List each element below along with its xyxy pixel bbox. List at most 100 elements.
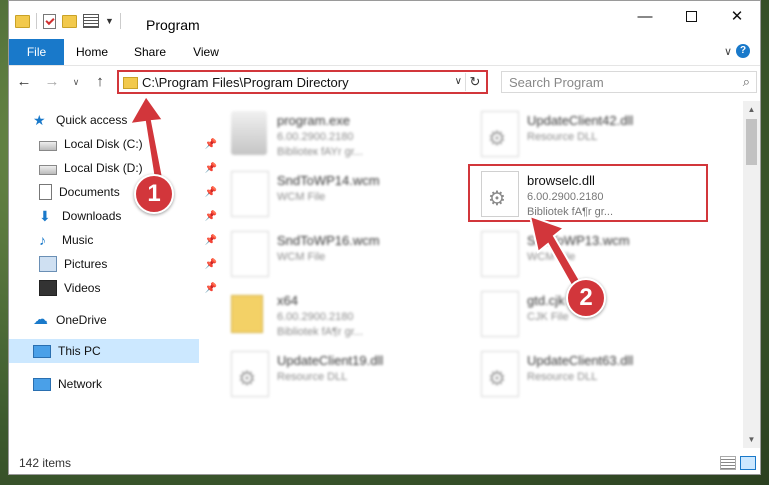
file-type: WCM File [277, 251, 326, 263]
file-name: SndToWP14.wcm [277, 173, 380, 188]
minimize-button[interactable]: — [622, 1, 668, 31]
file-list: program.exe 6.00.2900.2180 Biblioteк fAY… [213, 105, 742, 454]
video-icon [39, 280, 57, 296]
scrollbar-thumb[interactable] [746, 119, 757, 165]
chevron-down-icon[interactable]: ∨ [455, 76, 462, 87]
star-icon: ★ [33, 112, 46, 128]
forward-button[interactable]: → [41, 71, 63, 93]
properties-icon[interactable] [83, 14, 99, 28]
sidebar-item-downloads[interactable]: ⬇ Downloads 📌 [39, 205, 217, 227]
file-item-updateclient19[interactable]: ⚙ UpdateClient19.dll Resource DLL [213, 345, 453, 405]
up-button[interactable]: ↑ [89, 71, 111, 93]
ribbon-tabs: File Home Share View ∨ ? [9, 39, 760, 66]
file-name: SndToWP16.wcm [277, 233, 380, 248]
vertical-scrollbar[interactable]: ▲ ▼ [743, 101, 760, 448]
file-description: Biblioteк fAYr gr... [277, 146, 363, 158]
sidebar-item-label: Downloads [62, 209, 122, 223]
maximize-button[interactable] [668, 1, 714, 31]
dll-icon: ⚙ [481, 111, 519, 157]
address-path[interactable]: C:\Program Files\Program Directory [142, 75, 349, 90]
file-item-updateclient63[interactable]: ⚙ UpdateClient63.dll Resource DLL [463, 345, 703, 405]
help-icon[interactable]: ? [736, 44, 750, 58]
item-count: 142 items [19, 456, 72, 470]
file-item-x64[interactable]: x64 6.00.2900.2180 Bibliotek fA¶r gr... [213, 285, 453, 345]
new-folder-icon[interactable] [62, 14, 77, 28]
search-icon[interactable]: ⌕ [743, 74, 750, 90]
tab-share[interactable]: Share [129, 39, 171, 65]
refresh-button[interactable]: ↻ [465, 73, 484, 91]
file-icon [481, 291, 519, 337]
tab-file[interactable]: File [9, 39, 64, 65]
file-name: program.exe [277, 113, 350, 128]
file-icon [231, 171, 269, 217]
gear-icon: ⚙ [238, 368, 256, 390]
file-type: CJK File [527, 311, 569, 323]
quick-access-toolbar: ▼ [15, 13, 121, 29]
sidebar-item-label: Quick access [56, 113, 128, 127]
computer-icon [33, 344, 51, 358]
sidebar-item-label: Documents [59, 185, 120, 199]
recent-locations-button[interactable]: ∨ [65, 71, 87, 93]
file-type: WCM File [527, 251, 576, 263]
search-placeholder: Search Program [509, 75, 604, 90]
scroll-down-icon[interactable]: ▼ [743, 431, 760, 448]
step-badge-2: 2 [566, 278, 606, 318]
drive-icon [39, 164, 57, 175]
file-type: Resource DLL [527, 371, 598, 383]
address-row: ← → ∨ ↑ C:\Program Files\Program Directo… [9, 69, 760, 97]
sidebar-item-network[interactable]: Network [33, 373, 102, 395]
file-item-sndtowp14[interactable]: SndToWP14.wcm WCM File [213, 165, 453, 225]
sidebar-item-label: Pictures [64, 257, 108, 271]
document-icon [39, 184, 52, 200]
file-name: UpdateClient42.dll [527, 113, 634, 128]
exe-icon [231, 111, 267, 155]
folder-icon [15, 14, 30, 28]
search-input[interactable]: Search Program ⌕ [501, 71, 757, 93]
sidebar-item-videos[interactable]: Videos 📌 [39, 277, 217, 299]
toolbar-divider [36, 13, 37, 29]
file-version: 6.00.2900.2180 [277, 311, 354, 323]
sidebar-item-label: Local Disk (C:) [64, 137, 143, 151]
close-button[interactable]: ✕ [714, 1, 760, 31]
sidebar-item-local-disk-c[interactable]: Local Disk (C:) 📌 [39, 133, 217, 155]
folder-icon [123, 77, 138, 89]
status-bar: 142 items [9, 452, 760, 474]
sidebar-item-label: Videos [64, 281, 101, 295]
gear-icon: ⚙ [488, 128, 506, 150]
file-item-updateclient42[interactable]: ⚙ UpdateClient42.dll Resource DLL [463, 105, 703, 165]
file-item-program-exe[interactable]: program.exe 6.00.2900.2180 Biblioteк fAY… [213, 105, 453, 165]
file-explorer-window: ▼ Program — ✕ File Home Share View ∨ ? ←… [8, 0, 761, 475]
sidebar-item-music[interactable]: ♪ Music 📌 [39, 229, 217, 251]
step-badge-1: 1 [134, 174, 174, 214]
sidebar-item-onedrive[interactable]: ☁ OneDrive [33, 309, 107, 331]
cloud-icon: ☁ [33, 311, 48, 328]
sidebar-item-quick-access[interactable]: ★ Quick access [33, 109, 127, 131]
file-item-sndtowp13[interactable]: SndToWP13.wcm WCM File [463, 225, 703, 285]
file-name: SndToWP13.wcm [527, 233, 630, 248]
dll-icon: ⚙ [481, 351, 519, 397]
sidebar-item-local-disk-d[interactable]: Local Disk (D:) 📌 [39, 157, 217, 179]
large-icons-view-icon[interactable] [740, 456, 756, 470]
highlight-box [468, 164, 708, 222]
address-bar[interactable]: C:\Program Files\Program Directory ∨ ↻ [117, 70, 488, 94]
sidebar-item-pictures[interactable]: Pictures 📌 [39, 253, 217, 275]
music-icon: ♪ [39, 232, 46, 248]
properties-check-icon[interactable] [43, 13, 56, 29]
back-button[interactable]: ← [13, 71, 35, 93]
folder-icon [231, 295, 263, 333]
tab-view[interactable]: View [185, 39, 227, 65]
pictures-icon [39, 256, 57, 272]
sidebar-item-label: This PC [58, 344, 101, 358]
scroll-up-icon[interactable]: ▲ [743, 101, 760, 118]
tab-home[interactable]: Home [71, 39, 113, 65]
expand-ribbon-icon[interactable]: ∨ [724, 45, 732, 58]
title-bar: ▼ Program — ✕ [9, 1, 760, 39]
sidebar-item-this-pc[interactable]: This PC [33, 340, 101, 362]
file-type: Resource DLL [527, 131, 598, 143]
file-item-sndtowp16[interactable]: SndToWP16.wcm WCM File [213, 225, 453, 285]
sidebar-item-label: Local Disk (D:) [64, 161, 143, 175]
gear-icon: ⚙ [488, 368, 506, 390]
chevron-down-icon[interactable]: ▼ [105, 16, 114, 26]
details-view-icon[interactable] [720, 456, 736, 470]
navigation-pane: ★ Quick access Local Disk (C:) 📌 Local D… [9, 105, 217, 454]
